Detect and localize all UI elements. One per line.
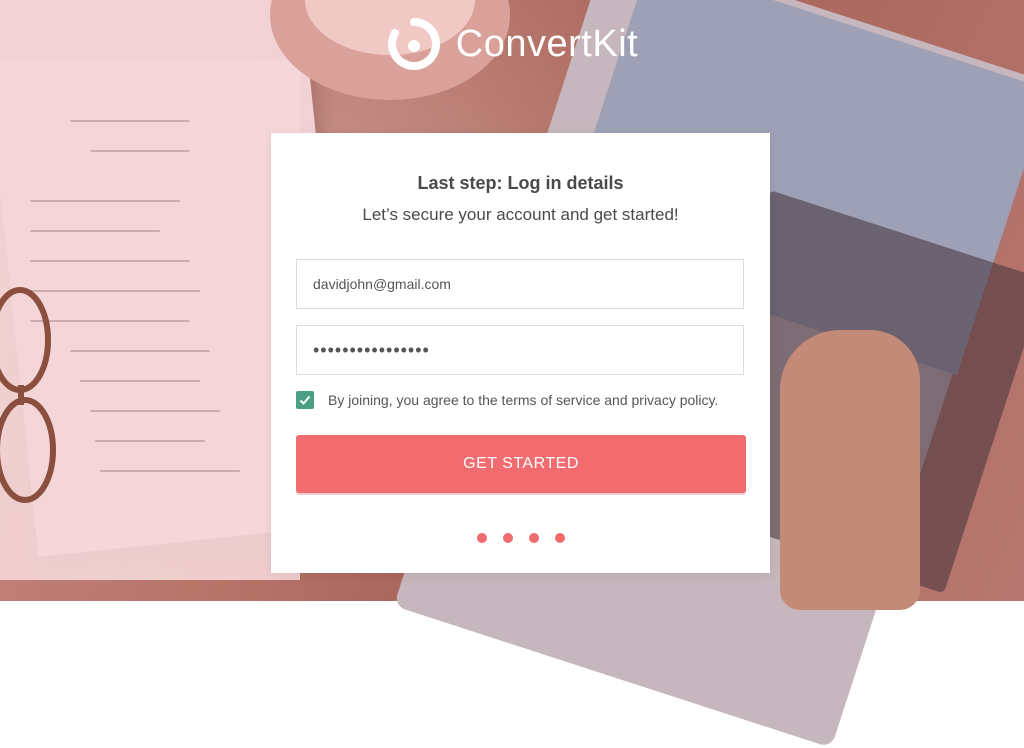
hand-illustration [780,330,920,610]
terms-agreement: By joining, you agree to the terms of se… [296,391,718,409]
step-dot [528,533,539,543]
password-field[interactable]: •••••••••••••••• [296,325,744,375]
email-field[interactable]: davidjohn@gmail.com [296,259,744,309]
signup-card: Last step: Log in details Let’s secure y… [271,133,770,573]
card-subtitle: Let’s secure your account and get starte… [362,205,679,224]
step-dot [502,533,513,543]
glasses-illustration [0,287,56,503]
terms-checkbox[interactable] [296,391,314,409]
brand-name: ConvertKit [455,22,639,65]
password-value: •••••••••••••••• [313,339,430,360]
step-dot [476,533,487,543]
step-indicator [271,533,770,543]
convertkit-logo-icon [387,18,440,70]
checkmark-icon [299,395,311,405]
card-title: Last step: Log in details [417,173,624,193]
email-value: davidjohn@gmail.com [313,276,451,292]
step-dot [554,533,565,543]
get-started-button[interactable]: GET STARTED [296,435,746,493]
terms-text: By joining, you agree to the terms of se… [328,392,719,408]
brand-logo: ConvertKit [0,18,1024,70]
